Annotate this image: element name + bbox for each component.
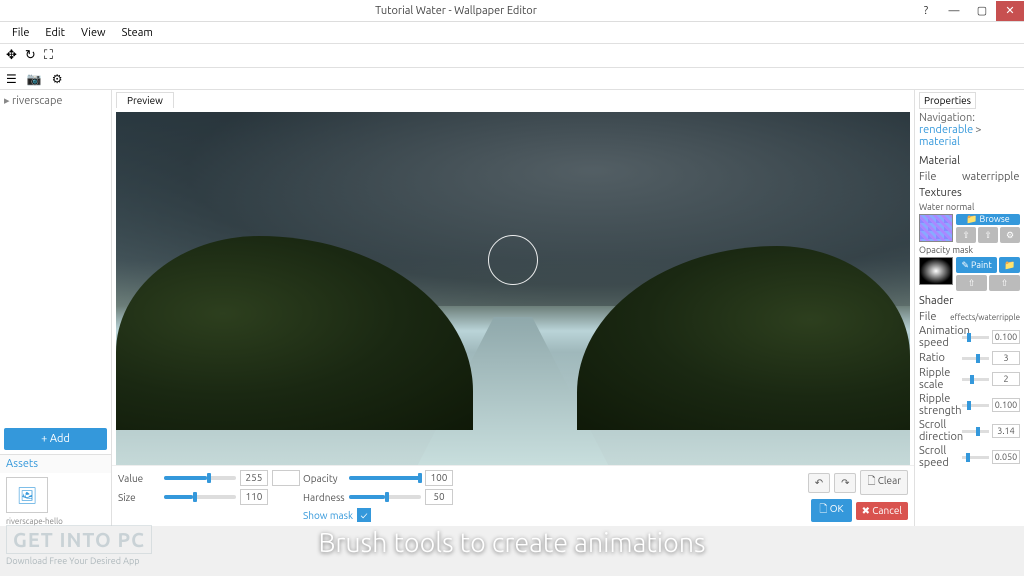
properties-panel: Properties Navigation: renderable > mate…	[914, 90, 1024, 526]
ripple-strength-slider[interactable]	[962, 404, 989, 407]
toolbar-main: ✥ ↻ ⛶	[0, 44, 1024, 68]
section-textures: Textures	[919, 185, 1020, 201]
close-button[interactable]: ✕	[996, 1, 1024, 21]
value-slider[interactable]	[164, 476, 236, 480]
clear-button[interactable]: 🗋 Clear	[860, 470, 908, 495]
asset-thumb[interactable]: 🖼	[6, 477, 48, 513]
size-slider[interactable]	[164, 495, 236, 499]
file-label: File	[919, 171, 959, 183]
tex-gear-icon[interactable]: ⚙	[1000, 227, 1020, 243]
mask-upload2-icon[interactable]: ⇧	[989, 275, 1020, 291]
add-button[interactable]: + Add	[4, 428, 107, 450]
paint-button[interactable]: ✎ Paint	[956, 257, 997, 273]
help-button[interactable]: ?	[912, 1, 940, 21]
value-label: Value	[118, 473, 160, 484]
ratio-label: Ratio	[919, 352, 959, 364]
scroll-dir-label: Scroll direction	[919, 419, 959, 443]
menu-view[interactable]: View	[73, 25, 114, 41]
nav-material[interactable]: material	[919, 136, 960, 148]
asset-name: riverscape-hello	[0, 517, 111, 526]
watermark: GET INTO PC Download Free Your Desired A…	[6, 525, 152, 566]
tex-water-normal-label: Water normal	[919, 202, 1020, 212]
scroll-dir-input[interactable]: 3.14	[992, 424, 1020, 438]
ratio-input[interactable]: 3	[992, 351, 1020, 365]
ripple-strength-label: Ripple strength	[919, 393, 959, 417]
ripple-scale-input[interactable]: 2	[992, 372, 1020, 386]
ripple-strength-input[interactable]: 0.100	[992, 398, 1020, 412]
menu-steam[interactable]: Steam	[114, 25, 161, 41]
tex-opacity-mask-label: Opacity mask	[919, 245, 1020, 255]
showmask-label: Show mask	[303, 510, 353, 521]
toolbar-view: ☰ 📷 ⚙	[0, 68, 1024, 90]
move-icon[interactable]: ✥	[6, 48, 17, 63]
opacity-slider[interactable]	[349, 476, 421, 480]
upload-icon[interactable]: ⇧	[956, 227, 976, 243]
menubar: File Edit View Steam	[0, 22, 1024, 44]
list-icon[interactable]: ☰	[6, 72, 17, 86]
undo-button[interactable]: ↶	[808, 473, 830, 493]
menu-edit[interactable]: Edit	[37, 25, 73, 41]
scroll-speed-label: Scroll speed	[919, 445, 959, 469]
texture-water-normal[interactable]	[919, 214, 953, 242]
anim-speed-input[interactable]: 0.100	[992, 330, 1020, 344]
texture-opacity-mask[interactable]	[919, 257, 953, 285]
gear-icon[interactable]: ⚙	[52, 72, 63, 86]
browse-button[interactable]: 📁 Browse	[956, 214, 1020, 225]
scene-tree: riverscape	[0, 90, 111, 424]
overlay-caption: Brush tools to create animations	[0, 528, 1024, 558]
size-input[interactable]: 110	[240, 489, 268, 505]
menu-file[interactable]: File	[4, 25, 37, 41]
scroll-speed-slider[interactable]	[962, 456, 989, 459]
watermark-title: GET INTO PC	[6, 525, 152, 554]
folder-icon[interactable]: 📁	[999, 257, 1020, 273]
file-value: waterripple	[962, 171, 1019, 183]
ok-button[interactable]: 🗋 OK	[811, 499, 851, 522]
ripple-scale-label: Ripple scale	[919, 367, 959, 391]
left-panel: riverscape + Add Assets 🖼 riverscape-hel…	[0, 90, 112, 526]
brush-cursor	[488, 235, 538, 285]
maximize-button[interactable]: ▢	[968, 1, 996, 21]
shader-file-value: effects/waterripple	[950, 313, 1020, 322]
brush-controls: Value 255 Size 110 Opacity 100	[112, 465, 914, 526]
scroll-dir-slider[interactable]	[962, 430, 989, 433]
preview-canvas[interactable]	[116, 112, 910, 465]
shader-file-label: File	[919, 311, 947, 323]
watermark-subtitle: Download Free Your Desired App	[6, 556, 152, 566]
hardness-label: Hardness	[303, 492, 345, 503]
anim-speed-slider[interactable]	[962, 336, 989, 339]
upload2-icon[interactable]: ⇧	[978, 227, 998, 243]
minimize-button[interactable]: —	[940, 1, 968, 21]
reload-icon[interactable]: ↻	[25, 48, 36, 63]
redo-button[interactable]: ↷	[834, 473, 856, 493]
tree-item-riverscape[interactable]: riverscape	[4, 94, 107, 107]
opacity-label: Opacity	[303, 473, 345, 484]
value-input[interactable]: 255	[240, 470, 268, 486]
anim-speed-label: Animation speed	[919, 325, 959, 349]
hardness-input[interactable]: 50	[425, 489, 453, 505]
opacity-input[interactable]: 100	[425, 470, 453, 486]
ratio-slider[interactable]	[962, 357, 989, 360]
size-label: Size	[118, 492, 160, 503]
tab-assets[interactable]: Assets	[0, 454, 111, 473]
camera-icon[interactable]: 📷	[27, 72, 42, 86]
showmask-checkbox[interactable]: ✓	[357, 508, 371, 522]
mask-upload-icon[interactable]: ⇧	[956, 275, 987, 291]
section-material: Material	[919, 153, 1020, 169]
scroll-speed-input[interactable]: 0.050	[992, 450, 1020, 464]
tab-preview[interactable]: Preview	[116, 92, 174, 108]
breadcrumb: Navigation: renderable > material	[919, 109, 1020, 151]
ripple-scale-slider[interactable]	[962, 378, 989, 381]
window-title: Tutorial Water - Wallpaper Editor	[0, 5, 912, 17]
cancel-button[interactable]: ✖ Cancel	[856, 502, 908, 520]
value-color[interactable]	[272, 470, 300, 486]
hardness-slider[interactable]	[349, 495, 421, 499]
fullscreen-icon[interactable]: ⛶	[44, 48, 53, 63]
nav-renderable[interactable]: renderable	[919, 124, 973, 136]
tab-properties[interactable]: Properties	[919, 92, 976, 109]
section-shader: Shader	[919, 293, 1020, 309]
